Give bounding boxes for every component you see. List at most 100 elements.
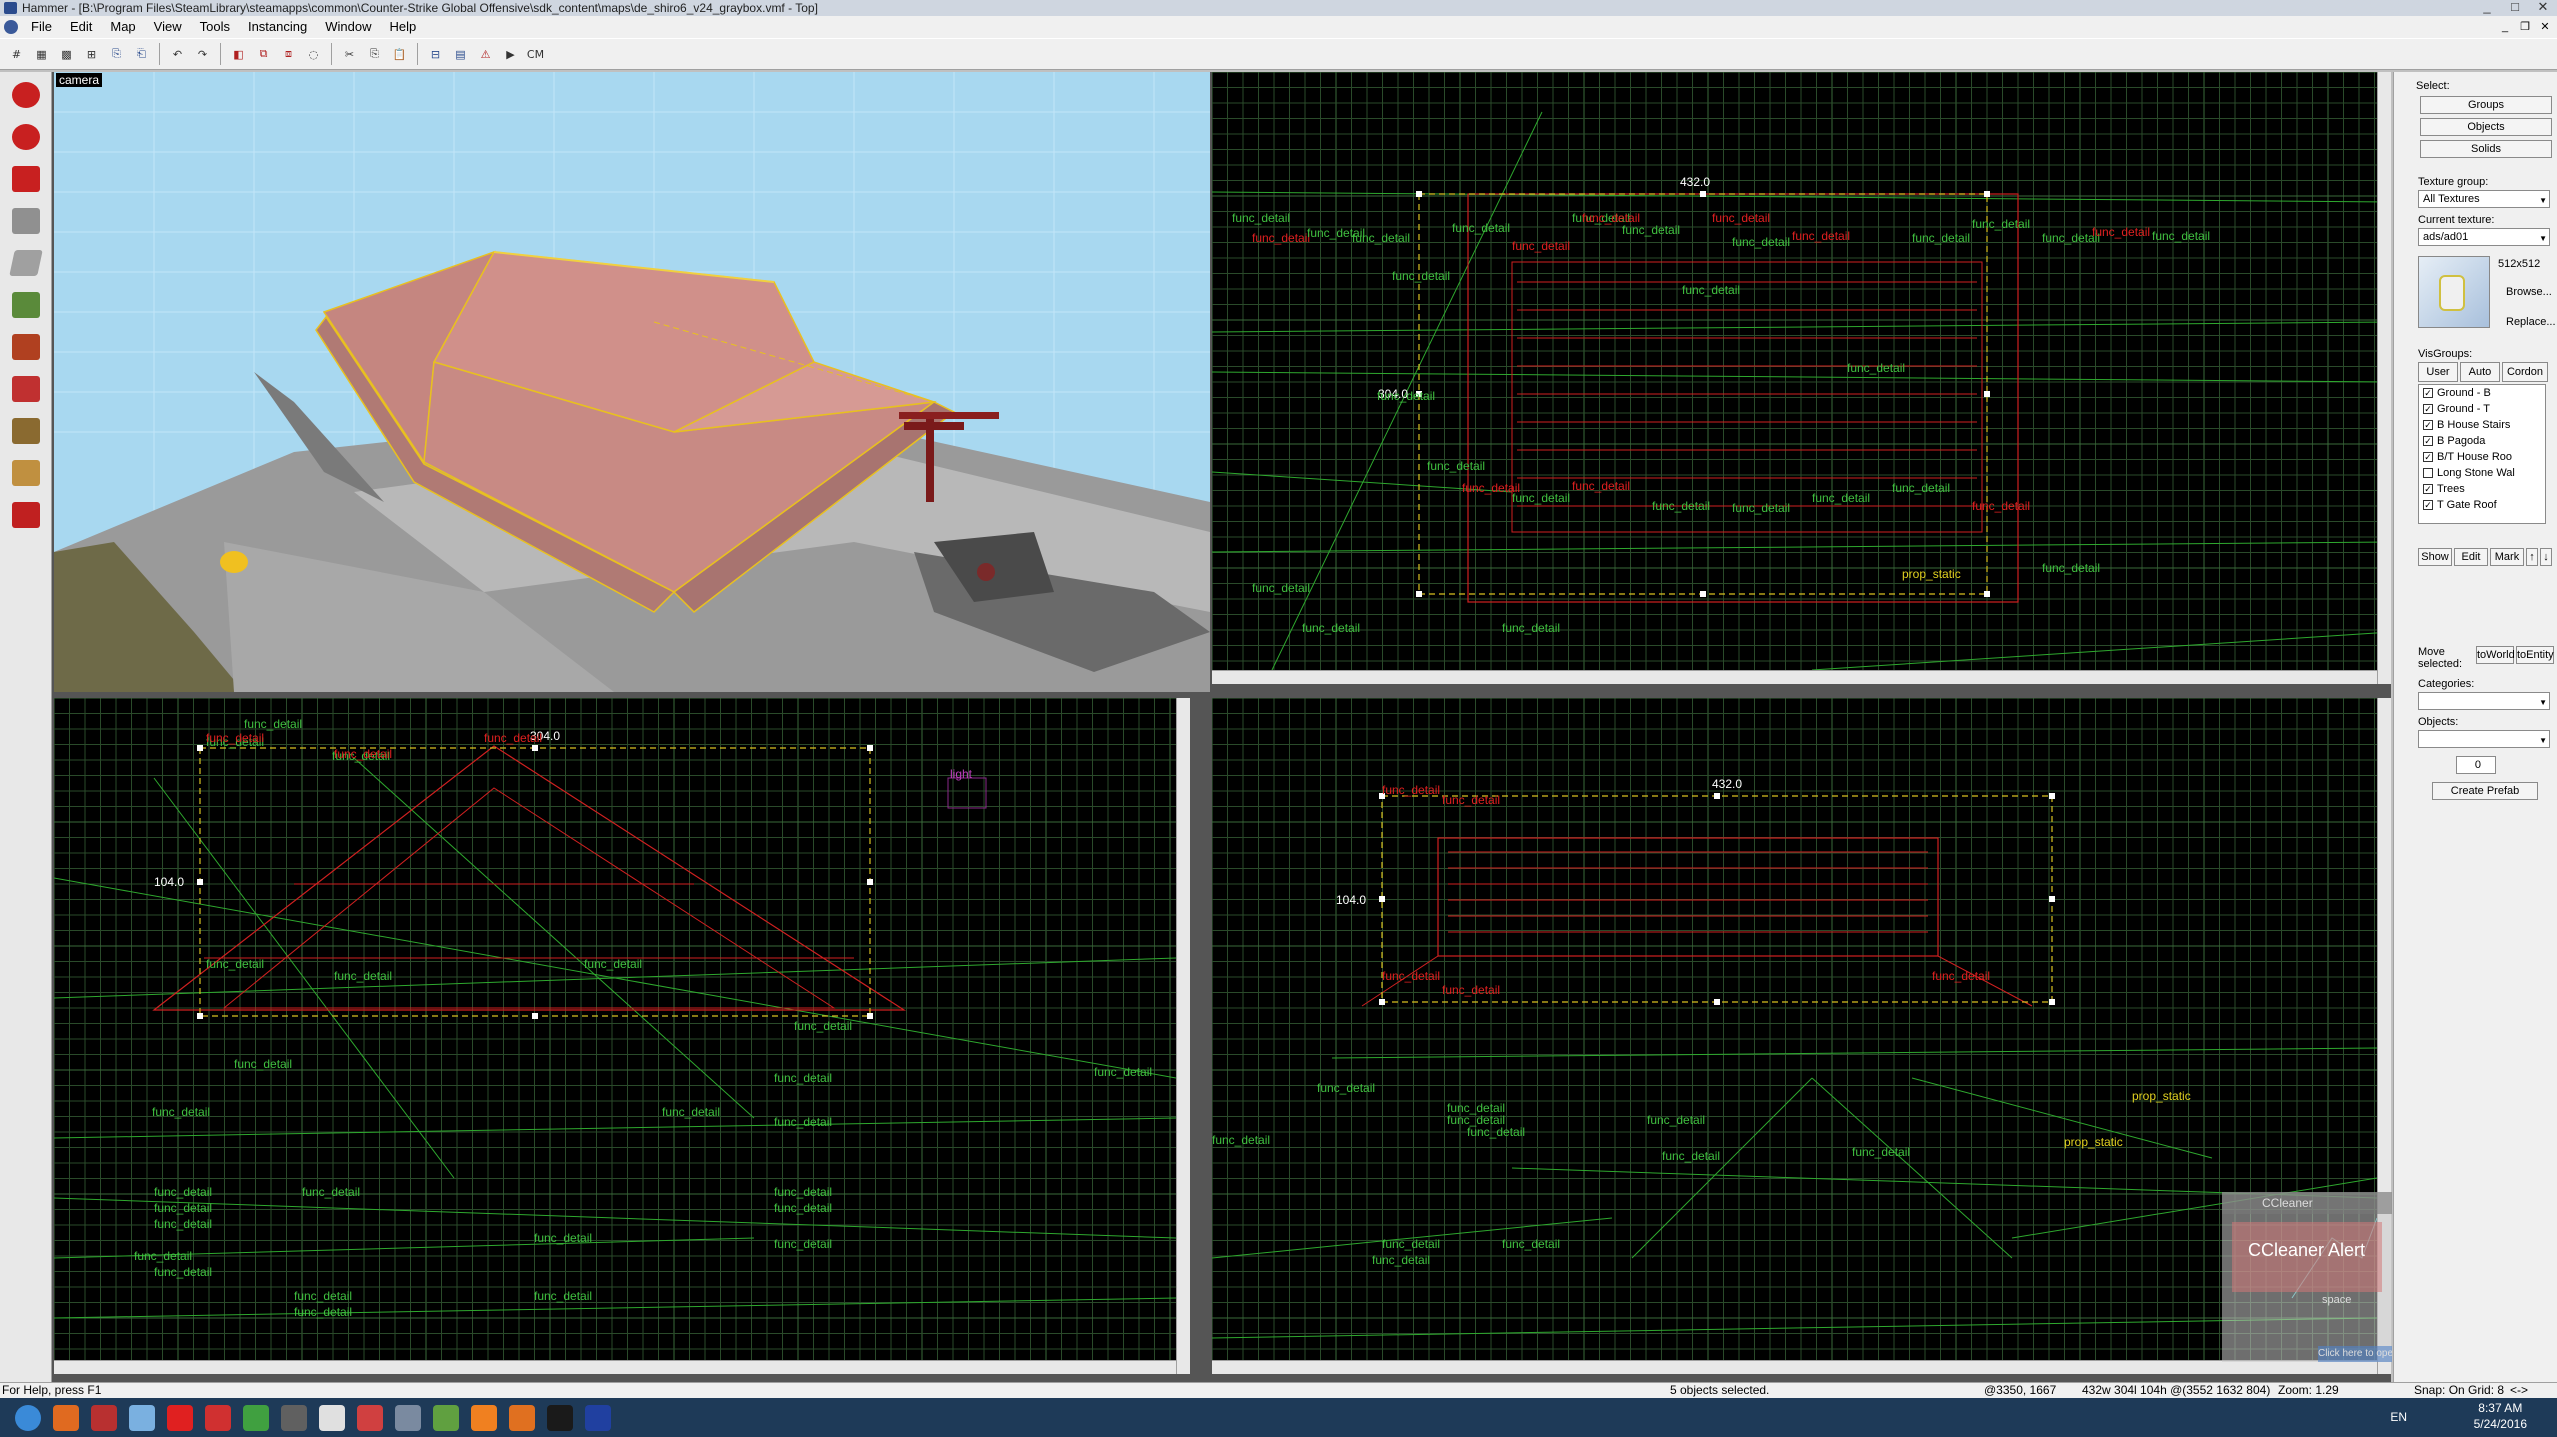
- document-icon[interactable]: [4, 20, 18, 34]
- redo-icon[interactable]: ↷: [192, 44, 213, 65]
- close-button[interactable]: ✕: [2529, 0, 2557, 16]
- menu-instancing[interactable]: Instancing: [239, 16, 316, 38]
- hide-icon[interactable]: ◌: [303, 44, 324, 65]
- group-icon[interactable]: ⧉: [253, 44, 274, 65]
- visgroup-label: Ground - T: [2437, 403, 2490, 415]
- front-viewport-hscroll[interactable]: [54, 1360, 1176, 1374]
- visgroup-edit-button[interactable]: Edit: [2454, 548, 2488, 566]
- texture-lock-icon[interactable]: ⊟: [425, 44, 446, 65]
- apply-current-texture-tool[interactable]: [6, 328, 46, 366]
- side-viewport[interactable]: 432.0 104.0 prop_static prop_static func_det…: [1212, 698, 2391, 1374]
- carve-icon[interactable]: ◧: [228, 44, 249, 65]
- select-groups-button[interactable]: Groups: [2420, 96, 2552, 114]
- visgroup-item[interactable]: ✓ Ground - T: [2419, 401, 2545, 417]
- menu-tools[interactable]: Tools: [191, 16, 239, 38]
- front-viewport[interactable]: 304.0 104.0 light func_detail func_detail fun…: [54, 698, 1190, 1374]
- visgroup-checkbox[interactable]: ✓: [2423, 452, 2433, 462]
- to-world-button[interactable]: toWorld: [2476, 646, 2515, 664]
- copy-icon[interactable]: ⎘: [364, 44, 385, 65]
- menu-help[interactable]: Help: [380, 16, 425, 38]
- overlay-tool[interactable]: [6, 412, 46, 450]
- mdi-minimize-button[interactable]: _: [2497, 20, 2513, 34]
- select-solids-button[interactable]: Solids: [2420, 140, 2552, 158]
- mdi-close-button[interactable]: ✕: [2537, 20, 2553, 34]
- visgroup-tab-cordon[interactable]: Cordon: [2502, 362, 2548, 382]
- selection-tool[interactable]: [6, 76, 46, 114]
- visgroup-item[interactable]: Long Stone Wal: [2419, 465, 2545, 481]
- to-entity-button[interactable]: toEntity: [2516, 646, 2554, 664]
- grid-toggle-icon[interactable]: ⊞: [81, 44, 102, 65]
- grid-larger-icon[interactable]: ▩: [56, 44, 77, 65]
- clipping-tool[interactable]: [6, 454, 46, 492]
- objects-select[interactable]: ▼: [2418, 730, 2550, 748]
- entity-report-icon[interactable]: ▤: [450, 44, 471, 65]
- maximize-button[interactable]: □: [2501, 0, 2529, 16]
- menu-view[interactable]: View: [145, 16, 191, 38]
- menu-map[interactable]: Map: [101, 16, 144, 38]
- visgroup-show-button[interactable]: Show: [2418, 548, 2452, 566]
- camera-viewport[interactable]: camera: [54, 72, 1210, 692]
- visgroup-checkbox[interactable]: [2423, 468, 2433, 478]
- mdi-restore-button[interactable]: ❐: [2517, 20, 2533, 34]
- paste-icon[interactable]: 📋: [389, 44, 410, 65]
- visgroup-mark-button[interactable]: Mark: [2490, 548, 2524, 566]
- ccleaner-open-button[interactable]: Click here to open CCleaner: [2318, 1346, 2392, 1362]
- side-viewport-hscroll[interactable]: [1212, 1360, 2377, 1374]
- menu-file[interactable]: File: [22, 16, 61, 38]
- select-objects-button[interactable]: Objects: [2420, 118, 2552, 136]
- entity-tool[interactable]: [6, 202, 46, 240]
- create-prefab-button[interactable]: Create Prefab: [2432, 782, 2538, 800]
- visgroup-checkbox[interactable]: ✓: [2423, 484, 2433, 494]
- camera-viewport-label[interactable]: camera: [56, 73, 103, 87]
- visgroup-checkbox[interactable]: ✓: [2423, 388, 2433, 398]
- magnify-tool[interactable]: [6, 118, 46, 156]
- visgroup-item[interactable]: ✓ Trees: [2419, 481, 2545, 497]
- visgroup-item[interactable]: ✓ T Gate Roof: [2419, 497, 2545, 513]
- visgroup-item[interactable]: ✓ B/T House Roo: [2419, 449, 2545, 465]
- visgroup-up-button[interactable]: ↑: [2526, 548, 2538, 566]
- load-window-state-icon[interactable]: ⎘: [106, 44, 127, 65]
- browse-button[interactable]: Browse...: [2506, 286, 2552, 298]
- visgroup-item[interactable]: ✓ B Pagoda: [2419, 433, 2545, 449]
- language-indicator[interactable]: EN: [2390, 1410, 2407, 1424]
- texture-group-select[interactable]: All Textures ▼: [2418, 190, 2550, 208]
- decal-tool[interactable]: [6, 370, 46, 408]
- save-window-state-icon[interactable]: ⎗: [131, 44, 152, 65]
- ccleaner-notification[interactable]: CCleaner CCleaner Alert space Click here…: [2222, 1192, 2392, 1362]
- grid-icon[interactable]: #: [6, 44, 27, 65]
- menu-window[interactable]: Window: [316, 16, 380, 38]
- visgroup-checkbox[interactable]: ✓: [2423, 500, 2433, 510]
- check-problems-icon[interactable]: ⚠: [475, 44, 496, 65]
- ungroup-icon[interactable]: ⧈: [278, 44, 299, 65]
- visgroup-item[interactable]: ✓ Ground - B: [2419, 385, 2545, 401]
- app-icon-blue-globe[interactable]: [574, 1401, 622, 1434]
- objects-count-spinner[interactable]: 0: [2456, 756, 2496, 774]
- cordon-toggle-button[interactable]: CM: [525, 44, 546, 65]
- visgroup-checkbox[interactable]: ✓: [2423, 404, 2433, 414]
- menu-edit[interactable]: Edit: [61, 16, 101, 38]
- visgroup-down-button[interactable]: ↓: [2540, 548, 2552, 566]
- block-tool[interactable]: [6, 244, 46, 282]
- front-viewport-vscroll[interactable]: [1176, 698, 1190, 1374]
- top-viewport-vscroll[interactable]: [2377, 72, 2391, 684]
- grid-smaller-icon[interactable]: ▦: [31, 44, 52, 65]
- undo-icon[interactable]: ↶: [167, 44, 188, 65]
- replace-button[interactable]: Replace...: [2506, 316, 2556, 328]
- current-texture-select[interactable]: ads/ad01 ▼: [2418, 228, 2550, 246]
- top-viewport-hscroll[interactable]: [1212, 670, 2377, 684]
- visgroup-tab-auto[interactable]: Auto: [2460, 362, 2500, 382]
- visgroup-tab-user[interactable]: User: [2418, 362, 2458, 382]
- vertex-tool[interactable]: [6, 496, 46, 534]
- camera-tool[interactable]: [6, 160, 46, 198]
- minimize-button[interactable]: _: [2473, 0, 2501, 16]
- visgroup-item[interactable]: ✓ B House Stairs: [2419, 417, 2545, 433]
- texture-application-tool[interactable]: [6, 286, 46, 324]
- cut-icon[interactable]: ✂: [339, 44, 360, 65]
- taskbar-clock[interactable]: 8:37 AM 5/24/2016: [2474, 1400, 2527, 1432]
- visgroup-checkbox[interactable]: ✓: [2423, 436, 2433, 446]
- run-map-icon[interactable]: ▶: [500, 44, 521, 65]
- top-viewport[interactable]: 432.0 304.0 func_detail func_detail func_det…: [1212, 72, 2391, 684]
- visgroup-list[interactable]: ✓ Ground - B ✓ Ground - T ✓ B House Stairs ✓ B …: [2418, 384, 2546, 524]
- visgroup-checkbox[interactable]: ✓: [2423, 420, 2433, 430]
- categories-select[interactable]: ▼: [2418, 692, 2550, 710]
